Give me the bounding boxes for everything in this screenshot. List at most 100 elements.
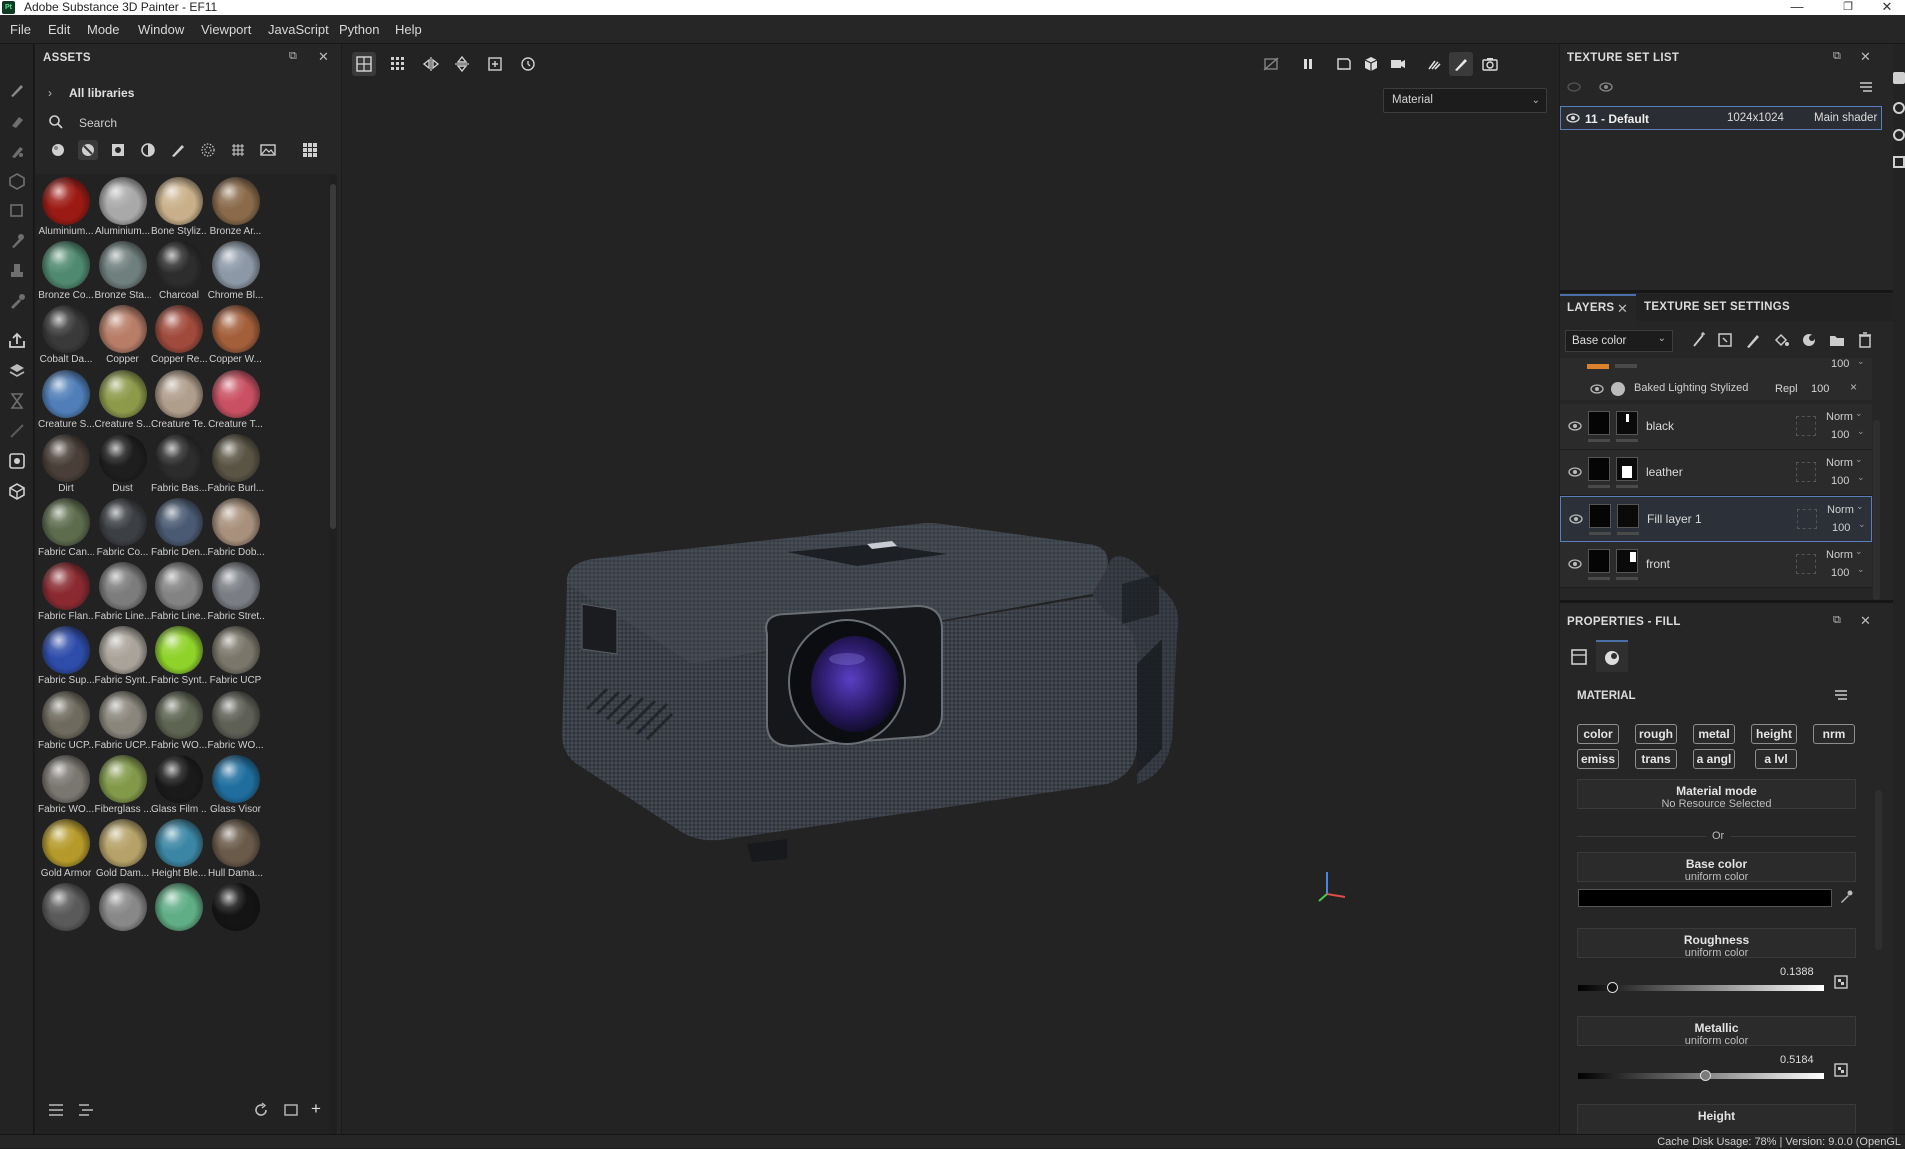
roughness-value[interactable]: 0.1388 <box>1780 966 1814 978</box>
layer-effect-slot[interactable] <box>1796 554 1816 574</box>
material-tile[interactable]: Fabric Stret... <box>208 562 264 622</box>
material-tile[interactable]: Cobalt Da... <box>38 305 94 365</box>
material-tile[interactable]: Dirt <box>38 433 94 494</box>
layer-row[interactable]: Fill layer 1 Norm ⌄ 100 ⌄ <box>1560 496 1872 542</box>
material-tile[interactable]: Fabric WO... <box>151 690 207 751</box>
display-mode-select[interactable]: Material ⌄ <box>1383 88 1547 113</box>
material-tile[interactable]: Fabric Bas... <box>151 433 207 494</box>
material-tile[interactable]: Charcoal <box>151 241 207 301</box>
base-color-box[interactable]: Base color uniform color <box>1577 852 1856 883</box>
material-tile[interactable]: Creature S... <box>38 369 94 430</box>
export-icon[interactable] <box>6 330 28 352</box>
grid-options-icon[interactable] <box>386 52 410 76</box>
material-tile[interactable]: Creature Te... <box>151 369 207 430</box>
layer-opacity[interactable]: 100 <box>1831 567 1849 579</box>
material-tile[interactable]: Fabric WO... <box>38 754 94 815</box>
material-tile[interactable]: Bronze Co... <box>38 241 94 301</box>
channel-chip-trans[interactable]: trans <box>1635 749 1677 769</box>
chevron-down-icon[interactable]: ⌄ <box>1858 519 1866 530</box>
channel-chip-metal[interactable]: metal <box>1693 724 1735 744</box>
symmetry-x-icon[interactable] <box>419 52 443 76</box>
material-tile[interactable]: Glass Visor <box>208 754 264 815</box>
material-tile[interactable]: Copper W... <box>208 305 264 365</box>
material-tile[interactable]: Fabric UCP... <box>38 690 94 751</box>
paint-brush-icon[interactable] <box>6 79 28 101</box>
metallic-slider-thumb[interactable] <box>1700 1070 1712 1081</box>
props-undock-icon[interactable]: ⧉ <box>1833 614 1841 627</box>
lighting-icon[interactable] <box>1422 52 1446 76</box>
pause-icon[interactable] <box>1296 52 1320 76</box>
props-tab-material-icon[interactable] <box>1596 640 1628 672</box>
add-mask-icon[interactable] <box>1716 330 1734 350</box>
layer-blend-mode[interactable]: Norm <box>1826 457 1853 469</box>
display-settings-icon[interactable] <box>6 450 28 472</box>
chevron-down-icon[interactable]: ⌄ <box>1857 564 1865 575</box>
add-effect-icon[interactable] <box>1800 330 1818 350</box>
material-tile[interactable]: Creature T... <box>208 369 264 430</box>
layer-row[interactable]: front Norm ⌄ 100 ⌄ <box>1560 542 1872 588</box>
reset-camera-icon[interactable] <box>516 52 540 76</box>
menu-viewport[interactable]: Viewport <box>201 15 251 44</box>
close-icon[interactable]: ✕ <box>1864 0 1905 15</box>
eyedropper-icon[interactable] <box>1838 889 1854 905</box>
filter-smart-materials-icon[interactable] <box>78 140 98 160</box>
layer-blend-mode[interactable]: Norm <box>1826 549 1853 561</box>
preset-menu-icon[interactable] <box>1833 688 1849 702</box>
tsl-close-icon[interactable]: ✕ <box>1860 49 1871 65</box>
material-tile[interactable]: Fabric UCP <box>208 626 264 686</box>
view-2d3d-icon[interactable] <box>1332 52 1356 76</box>
material-tile[interactable]: Fabric Can... <box>38 498 94 558</box>
menu-help[interactable]: Help <box>395 15 422 44</box>
chevron-down-icon[interactable]: ⌄ <box>1855 408 1863 419</box>
layer-opacity[interactable]: 100 <box>1831 475 1849 487</box>
material-tile[interactable]: Fabric WO... <box>208 690 264 751</box>
material-tile[interactable]: Aluminium... <box>38 177 94 237</box>
layer-name[interactable]: front <box>1646 557 1670 571</box>
geometry-mask-icon[interactable] <box>6 170 28 192</box>
texture-set-row[interactable]: 11 - Default 1024x1024 Main shader <box>1560 106 1882 130</box>
close-icon[interactable]: × <box>1850 380 1857 394</box>
material-tile[interactable] <box>38 883 94 932</box>
material-tile[interactable]: Gold Dam... <box>95 819 151 879</box>
chevron-down-icon[interactable]: ⌄ <box>1857 356 1865 367</box>
material-tile[interactable]: Fiberglass ... <box>95 754 151 815</box>
chevron-right-icon[interactable]: › <box>48 86 52 100</box>
layer-row[interactable]: leather Norm ⌄ 100 ⌄ <box>1560 450 1872 496</box>
props-tab-fill-icon[interactable] <box>1564 642 1594 672</box>
panel-divider[interactable] <box>1560 600 1893 603</box>
material-tile[interactable]: Bone Styliz... <box>151 177 207 237</box>
history-icon[interactable] <box>1893 102 1905 114</box>
menu-lines-icon[interactable] <box>1858 80 1874 94</box>
material-tile[interactable]: Fabric Line... <box>95 562 151 622</box>
menu-edit[interactable]: Edit <box>48 15 70 44</box>
eye-icon[interactable] <box>1568 420 1582 432</box>
material-tile[interactable]: Fabric Flan... <box>38 562 94 622</box>
color-picker-icon[interactable] <box>6 290 28 312</box>
visibility-off-icon[interactable] <box>1566 80 1582 94</box>
panel-divider[interactable] <box>1560 290 1893 293</box>
material-tile[interactable]: Gold Armor <box>38 819 94 879</box>
menu-mode[interactable]: Mode <box>87 15 120 44</box>
height-box[interactable]: Height <box>1577 1104 1856 1134</box>
hourglass-icon[interactable] <box>6 390 28 412</box>
menu-window[interactable]: Window <box>138 15 184 44</box>
material-tile[interactable]: Fabric Synt... <box>151 626 207 686</box>
assets-scrollbar[interactable] <box>329 174 337 1136</box>
screenshot-icon[interactable] <box>1478 52 1502 76</box>
add-folder-icon[interactable] <box>1828 330 1846 350</box>
layer-name[interactable]: leather <box>1646 465 1683 479</box>
properties-scrollbar[interactable] <box>1875 790 1882 950</box>
scrollbar-thumb[interactable] <box>330 184 336 529</box>
effect-row[interactable]: Baked Lighting Stylized Repl 100 × <box>1560 378 1872 400</box>
material-tile[interactable] <box>151 883 207 932</box>
channel-chip-emiss[interactable]: emiss <box>1577 749 1619 769</box>
chevron-down-icon[interactable]: ⌄ <box>1857 426 1865 437</box>
chevron-down-icon[interactable]: ⌄ <box>1857 472 1865 483</box>
smudge-icon[interactable] <box>6 230 28 252</box>
tsl-undock-icon[interactable]: ⧉ <box>1833 50 1841 63</box>
object-view-icon[interactable] <box>1359 52 1383 76</box>
roughness-box[interactable]: Roughness uniform color <box>1577 928 1856 959</box>
filter-textures-icon[interactable] <box>228 140 248 160</box>
chevron-down-icon[interactable]: ⌄ <box>1856 501 1864 512</box>
filter-brushes-icon[interactable] <box>168 140 188 160</box>
